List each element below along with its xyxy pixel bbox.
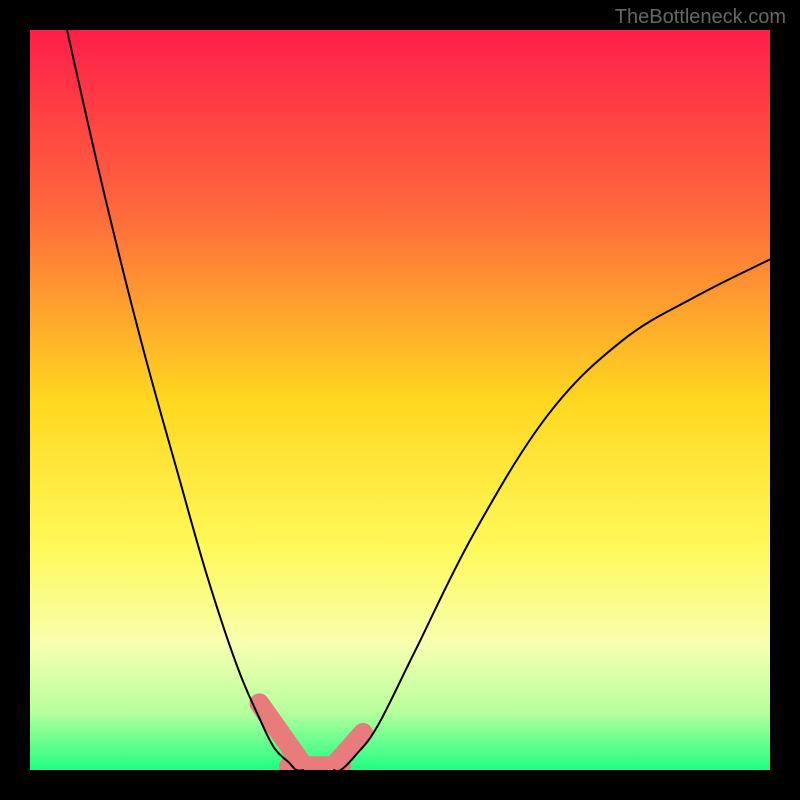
watermark-text: TheBottleneck.com <box>615 6 786 29</box>
right-curve <box>333 259 770 770</box>
curves-layer <box>30 30 770 770</box>
pink-accent-group <box>259 703 363 766</box>
pink-accent-segment <box>333 733 363 766</box>
left-curve <box>67 30 304 770</box>
chart-container <box>30 30 770 770</box>
